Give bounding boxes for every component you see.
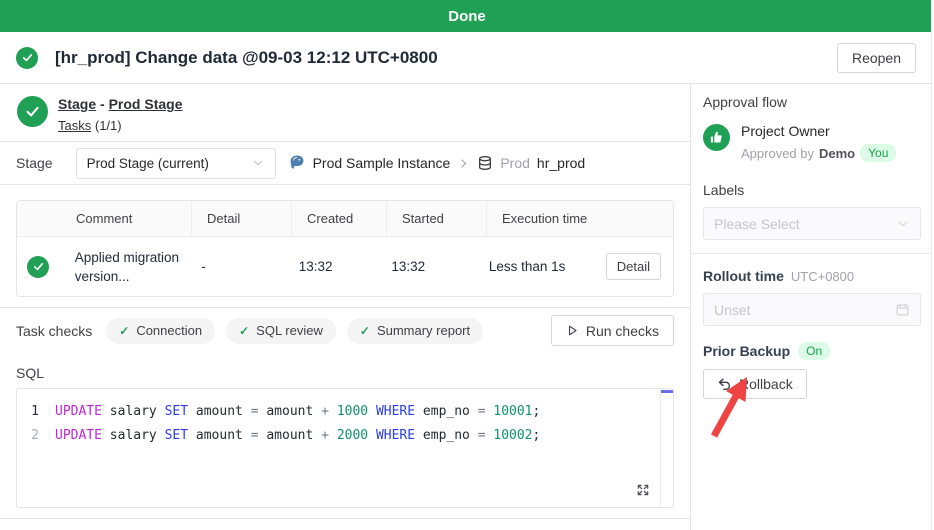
- labels-title: Labels: [703, 182, 921, 198]
- status-banner-label: Done: [448, 8, 486, 25]
- chevron-down-icon: [896, 217, 910, 231]
- check-pill-sql-review[interactable]: ✓ SQL review: [226, 318, 336, 344]
- chevron-down-icon: [251, 156, 265, 170]
- issue-detail-page: Done [hr_prod] Change data @09-03 12:12 …: [0, 0, 934, 530]
- main-panel: Stage - Prod Stage Tasks (1/1) Stage Pro…: [0, 84, 691, 530]
- tasks-link[interactable]: Tasks: [58, 118, 91, 133]
- sql-code-lines: 1UPDATE salary SET amount = amount + 100…: [17, 399, 673, 447]
- play-icon: [566, 324, 579, 337]
- database-icon: [477, 155, 493, 171]
- stage-progress-section: Stage - Prod Stage Tasks (1/1): [0, 84, 690, 142]
- line-number: 2: [17, 428, 55, 443]
- rollout-time-value: Unset: [714, 302, 751, 318]
- col-started: Started: [386, 201, 486, 236]
- check-pill-connection[interactable]: ✓ Connection: [106, 318, 215, 344]
- run-checks-button[interactable]: Run checks: [551, 315, 674, 346]
- line-number: 1: [17, 404, 55, 419]
- stage-name-link[interactable]: Prod Stage: [109, 96, 183, 112]
- reopen-button[interactable]: Reopen: [837, 43, 916, 73]
- rollback-button[interactable]: Rollback: [703, 369, 807, 399]
- stage-select-value: Prod Stage (current): [87, 156, 209, 171]
- thumbs-up-icon: [703, 124, 730, 151]
- col-created: Created: [291, 201, 386, 236]
- task-comment: Applied migration version...: [75, 248, 187, 286]
- col-detail: Detail: [191, 201, 291, 236]
- sql-section-label: SQL: [0, 353, 690, 388]
- rollback-label: Rollback: [739, 376, 793, 392]
- task-started-time: 13:32: [376, 237, 473, 296]
- issue-title: [hr_prod] Change data @09-03 12:12 UTC+0…: [55, 48, 438, 68]
- task-created-time: 13:32: [284, 237, 377, 296]
- approval-flow-title: Approval flow: [703, 94, 921, 110]
- undo-icon: [717, 377, 732, 392]
- calendar-icon: [895, 302, 910, 317]
- issue-done-check-icon: [16, 47, 38, 69]
- check-pill-label: Connection: [136, 323, 202, 338]
- editor-scrollbar[interactable]: [660, 390, 673, 506]
- task-checks-label: Task checks: [16, 323, 92, 339]
- sidebar-divider: [691, 253, 934, 254]
- check-pass-icon: ✓: [119, 324, 129, 338]
- task-table: Comment Detail Created Started Execution…: [16, 200, 674, 297]
- database-link[interactable]: hr_prod: [537, 155, 585, 171]
- check-pill-summary-report[interactable]: ✓ Summary report: [347, 318, 483, 344]
- run-checks-label: Run checks: [586, 323, 659, 339]
- col-execution-time: Execution time: [486, 201, 606, 236]
- task-success-check-icon: [27, 256, 49, 278]
- task-detail-value: -: [186, 237, 283, 296]
- you-badge: You: [860, 144, 896, 162]
- sidebar-panel: Approval flow Project Owner Approved by …: [691, 84, 934, 530]
- stage-link-dash: -: [100, 96, 105, 112]
- editor-scroll-marker: [661, 390, 674, 393]
- backup-on-badge: On: [798, 342, 830, 360]
- expand-editor-icon[interactable]: [635, 482, 651, 498]
- postgresql-icon: [288, 154, 306, 172]
- stage-done-check-icon: [17, 96, 48, 127]
- task-checks-section: Task checks ✓ Connection ✓ SQL review ✓ …: [0, 308, 690, 353]
- tasks-count: (1/1): [95, 118, 122, 133]
- rollout-timezone: UTC+0800: [791, 269, 854, 284]
- instance-link[interactable]: Prod Sample Instance: [313, 155, 451, 171]
- check-pass-icon: ✓: [360, 324, 370, 338]
- approval-step: Project Owner Approved by Demo You: [703, 122, 921, 162]
- rollout-time-title: Rollout time: [703, 268, 784, 284]
- stage-selector-bar: Stage Prod Stage (current): [0, 142, 690, 185]
- environment-label: Prod: [500, 155, 530, 171]
- section-divider: [0, 518, 690, 519]
- check-pass-icon: ✓: [239, 324, 249, 338]
- task-detail-button[interactable]: Detail: [606, 253, 661, 280]
- check-pill-label: SQL review: [256, 323, 323, 338]
- col-comment: Comment: [61, 201, 191, 236]
- stage-link[interactable]: Stage: [58, 96, 96, 112]
- chevron-right-icon: [457, 157, 470, 170]
- task-row[interactable]: Applied migration version... - 13:32 13:…: [17, 237, 673, 296]
- sql-line: 2UPDATE salary SET amount = amount + 200…: [17, 423, 673, 447]
- approved-by-label: Approved by: [741, 146, 814, 161]
- check-pill-label: Summary report: [377, 323, 470, 338]
- stage-select-label: Stage: [16, 155, 53, 171]
- task-table-header: Comment Detail Created Started Execution…: [17, 201, 673, 237]
- task-table-section: Comment Detail Created Started Execution…: [0, 185, 690, 308]
- prior-backup-title: Prior Backup: [703, 343, 790, 359]
- stage-select[interactable]: Prod Stage (current): [76, 148, 276, 179]
- sql-line: 1UPDATE salary SET amount = amount + 100…: [17, 399, 673, 423]
- labels-select-placeholder: Please Select: [714, 216, 800, 232]
- approval-role: Project Owner: [741, 122, 896, 140]
- status-banner: Done: [0, 0, 934, 32]
- rollout-time-input[interactable]: Unset: [703, 293, 921, 326]
- labels-select[interactable]: Please Select: [703, 207, 921, 240]
- approver-name: Demo: [819, 146, 855, 161]
- sql-editor[interactable]: 1UPDATE salary SET amount = amount + 100…: [16, 388, 674, 508]
- database-breadcrumb: Prod Sample Instance Prod hr_prod: [288, 154, 586, 172]
- issue-header: [hr_prod] Change data @09-03 12:12 UTC+0…: [0, 32, 934, 84]
- task-execution-time: Less than 1s: [474, 237, 591, 296]
